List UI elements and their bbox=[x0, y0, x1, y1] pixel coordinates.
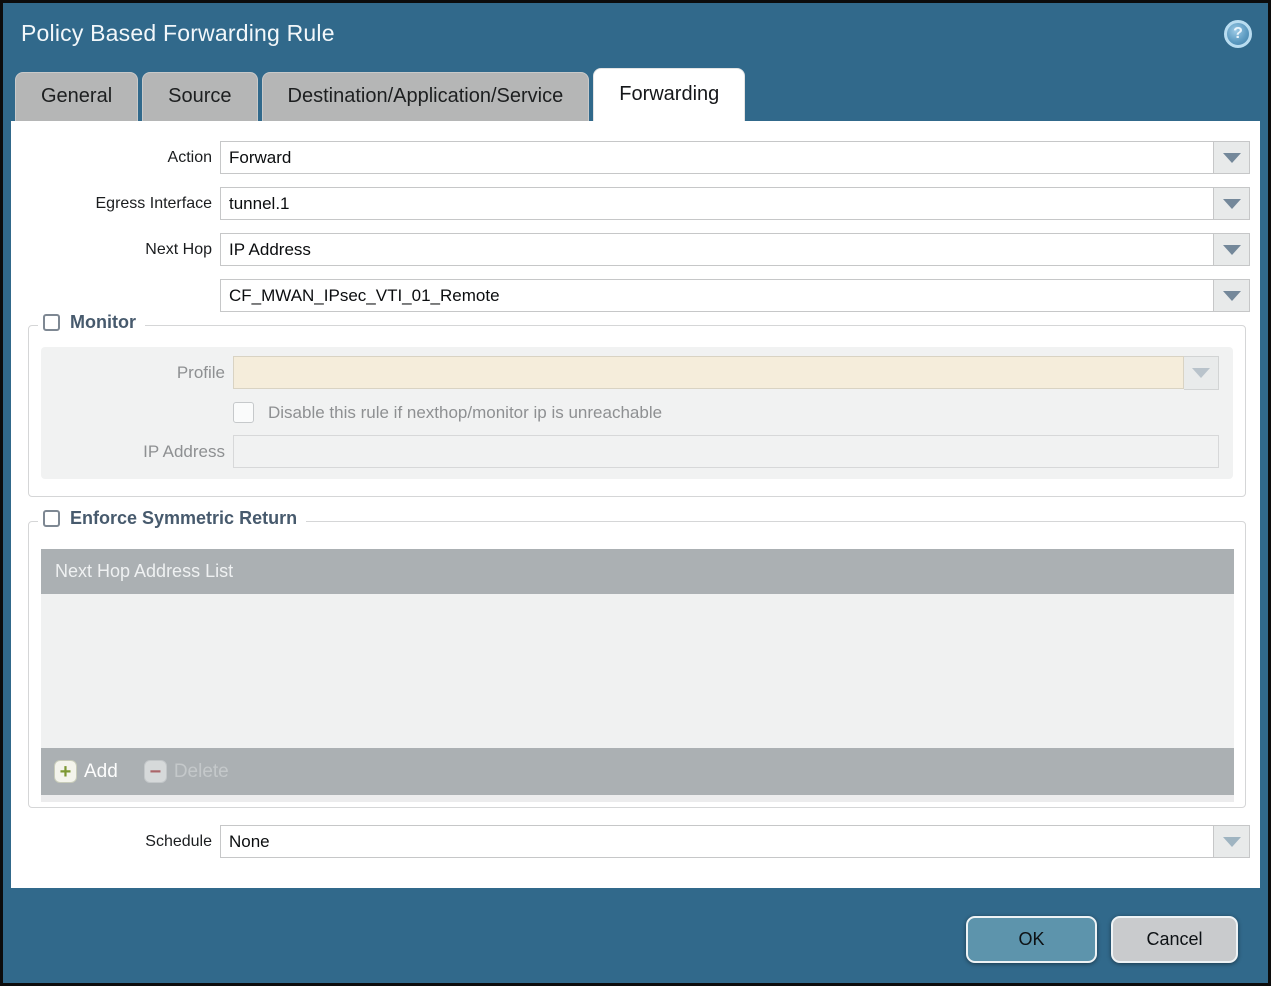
monitor-checkbox[interactable] bbox=[43, 314, 60, 331]
egress-interface-input[interactable] bbox=[220, 187, 1214, 220]
chevron-down-icon bbox=[1222, 244, 1241, 255]
add-icon: + bbox=[54, 760, 77, 783]
chevron-down-icon bbox=[1222, 152, 1241, 163]
profile-dropdown-button bbox=[1184, 356, 1219, 390]
egress-interface-dropdown-button[interactable] bbox=[1214, 187, 1250, 220]
symmetric-return-fieldset: Enforce Symmetric Return Next Hop Addres… bbox=[28, 508, 1246, 808]
monitor-legend-label: Monitor bbox=[70, 312, 136, 332]
monitor-fieldset: Monitor Profile Disable this rule if nex… bbox=[28, 312, 1246, 497]
next-hop-type-input[interactable] bbox=[220, 233, 1214, 266]
dialog-footer: OK Cancel bbox=[3, 888, 1268, 983]
profile-label: Profile bbox=[176, 363, 225, 382]
next-hop-address-list-table: Next Hop Address List + Add − Delete bbox=[41, 549, 1234, 802]
schedule-input[interactable] bbox=[220, 825, 1214, 858]
table-footer: + Add − Delete bbox=[41, 748, 1234, 795]
tab-source[interactable]: Source bbox=[142, 72, 258, 121]
tab-destination-application-service[interactable]: Destination/Application/Service bbox=[261, 72, 590, 121]
monitor-legend: Monitor bbox=[38, 312, 145, 333]
dialog-titlebar: Policy Based Forwarding Rule ? bbox=[3, 3, 1268, 64]
tab-bar: General Source Destination/Application/S… bbox=[3, 64, 1268, 121]
monitor-ip-row: IP Address bbox=[55, 435, 1219, 469]
egress-interface-row: Egress Interface bbox=[11, 187, 1260, 220]
next-hop-row: Next Hop bbox=[11, 233, 1260, 266]
disable-rule-row: Disable this rule if nexthop/monitor ip … bbox=[233, 402, 1219, 423]
action-input[interactable] bbox=[220, 141, 1214, 174]
monitor-panel: Profile Disable this rule if nexthop/mon… bbox=[41, 347, 1233, 479]
schedule-dropdown-button[interactable] bbox=[1214, 825, 1250, 858]
action-row: Action bbox=[11, 141, 1260, 174]
disable-rule-checkbox bbox=[233, 402, 254, 423]
delete-button-label: Delete bbox=[173, 760, 229, 782]
cancel-button[interactable]: Cancel bbox=[1111, 916, 1238, 963]
pbf-rule-dialog: Policy Based Forwarding Rule ? General S… bbox=[0, 0, 1271, 986]
tab-general[interactable]: General bbox=[15, 72, 139, 121]
dialog-title: Policy Based Forwarding Rule bbox=[21, 20, 335, 46]
chevron-down-icon bbox=[1222, 290, 1241, 301]
chevron-down-icon bbox=[1192, 368, 1210, 378]
chevron-down-icon bbox=[1222, 836, 1241, 847]
profile-row: Profile bbox=[55, 356, 1219, 390]
monitor-ip-label: IP Address bbox=[143, 442, 225, 461]
chevron-down-icon bbox=[1222, 198, 1241, 209]
action-label: Action bbox=[167, 148, 212, 166]
schedule-label: Schedule bbox=[145, 832, 212, 850]
next-hop-label: Next Hop bbox=[145, 240, 212, 258]
tab-forwarding[interactable]: Forwarding bbox=[593, 68, 746, 121]
table-header: Next Hop Address List bbox=[41, 549, 1234, 594]
next-hop-address-input[interactable] bbox=[220, 279, 1214, 312]
schedule-row: Schedule bbox=[11, 825, 1260, 858]
egress-interface-label: Egress Interface bbox=[95, 194, 213, 212]
ok-button[interactable]: OK bbox=[966, 916, 1097, 963]
delete-button: − Delete bbox=[143, 760, 229, 783]
add-button[interactable]: + Add bbox=[54, 760, 118, 783]
symmetric-return-legend-label: Enforce Symmetric Return bbox=[70, 508, 298, 528]
table-bottom-strip bbox=[41, 795, 1234, 802]
next-hop-address-dropdown-button[interactable] bbox=[1214, 279, 1250, 312]
monitor-ip-input bbox=[233, 435, 1219, 468]
next-hop-address-row bbox=[11, 279, 1260, 312]
symmetric-return-checkbox[interactable] bbox=[43, 510, 60, 527]
table-header-label: Next Hop Address List bbox=[55, 561, 234, 581]
next-hop-type-dropdown-button[interactable] bbox=[1214, 233, 1250, 266]
forwarding-tab-panel: Action Egress Interface Next Hop bbox=[11, 121, 1260, 888]
table-body bbox=[41, 594, 1234, 748]
profile-input bbox=[233, 356, 1184, 389]
delete-icon: − bbox=[143, 760, 167, 783]
symmetric-return-legend: Enforce Symmetric Return bbox=[38, 508, 307, 529]
help-icon[interactable]: ? bbox=[1224, 19, 1252, 48]
disable-rule-label: Disable this rule if nexthop/monitor ip … bbox=[268, 402, 663, 422]
action-dropdown-button[interactable] bbox=[1214, 141, 1250, 174]
add-button-label: Add bbox=[84, 760, 118, 782]
